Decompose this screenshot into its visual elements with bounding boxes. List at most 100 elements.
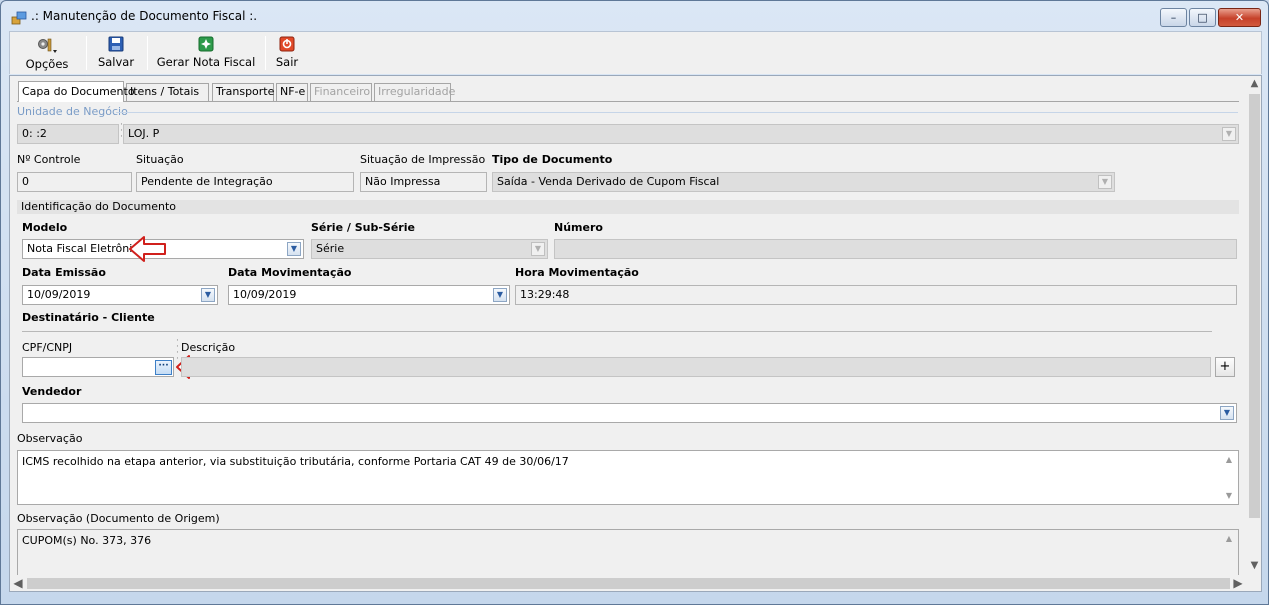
floppy-disk-icon [108,36,124,52]
generate-invoice-label: Gerar Nota Fiscal [156,55,256,69]
document-form: Capa do Documento Itens / Totais Transpo… [9,75,1262,592]
document-type-label: Tipo de Documento [492,153,613,166]
tab-label: Transporte [216,85,275,98]
business-unit-name-select: LOJ. P ▼ [123,124,1239,144]
group-divider [116,112,1238,113]
scroll-down-icon[interactable]: ▼ [1247,558,1261,574]
cpf-cnpj-label: CPF/CNPJ [22,341,73,354]
save-label: Salvar [97,55,135,69]
issue-date-label: Data Emissão [22,266,106,279]
main-window: .: Manutenção de Documento Fiscal :. – □… [0,0,1269,605]
close-icon: ✕ [1234,11,1245,24]
issue-date-value: 10/09/2019 [27,288,91,301]
chevron-down-icon: ▼ [1222,127,1236,141]
origin-observation-textarea: CUPOM(s) No. 373, 376 ▲ [17,529,1239,577]
plus-icon: + [1219,359,1231,374]
observation-textarea[interactable]: ICMS recolhido na etapa anterior, via su… [17,450,1239,505]
tab-irregularidade: Irregularidade [374,83,455,101]
movement-time-field: 13:29:48 [515,285,1237,305]
number-label: Número [554,221,603,234]
chevron-down-icon[interactable]: ▼ [287,242,301,256]
title-bar: .: Manutenção de Documento Fiscal :. – □… [1,1,1268,31]
recipient-divider [22,331,1212,332]
series-value: Série [316,242,345,255]
issue-date-picker[interactable]: 10/09/2019 ▼ [22,285,218,305]
scroll-down-icon[interactable]: ▼ [1222,491,1236,500]
minimize-button[interactable]: – [1160,8,1187,27]
minimize-icon: – [1170,11,1177,24]
number-field [554,239,1237,259]
tab-label: Financeiro [314,85,371,98]
scrollbar-thumb[interactable] [1249,94,1260,518]
document-type-select: Saída - Venda Derivado de Cupom Fiscal ▼ [492,172,1115,192]
control-number-label: Nº Controle [17,153,81,166]
chevron-down-icon: ▼ [1098,175,1112,189]
series-label: Série / Sub-Série [311,221,415,234]
scroll-left-icon[interactable]: ◀ [10,575,26,591]
control-number-field: 0 [17,172,132,192]
options-label: Opções [25,57,69,71]
customer-description-field [181,357,1211,377]
scroll-up-icon[interactable]: ▲ [1222,455,1236,464]
chevron-down-icon[interactable]: ▼ [493,288,507,302]
options-button[interactable]: Opções [16,32,78,74]
scroll-up-icon[interactable]: ▲ [1247,76,1261,92]
movement-date-picker[interactable]: 10/09/2019 ▼ [228,285,510,305]
identification-section-header: Identificação do Documento [17,200,1239,214]
scroll-right-icon[interactable]: ▶ [1230,575,1246,591]
movement-time-label: Hora Movimentação [515,266,639,279]
close-button[interactable]: ✕ [1218,8,1261,27]
save-button[interactable]: Salvar [90,32,142,74]
scrollbar-thumb[interactable] [27,578,1230,589]
exit-label: Sair [275,55,299,69]
vertical-scrollbar[interactable]: ▲ ▼ [1247,76,1261,575]
print-status-label: Situação de Impressão [360,153,486,166]
ellipsis-icon: ··· [158,361,169,371]
movement-date-label: Data Movimentação [228,266,352,279]
scroll-up-icon[interactable]: ▲ [1222,534,1236,543]
toolbar-separator [147,36,148,70]
maximize-button[interactable]: □ [1189,8,1216,27]
recipient-section-label: Destinatário - Cliente [22,311,155,324]
tab-financeiro: Financeiro [310,83,372,101]
tab-label: Irregularidade [378,85,456,98]
observation-label: Observação [17,432,83,445]
tab-nfe[interactable]: NF-e [276,83,308,101]
business-unit-group-label: Unidade de Negócio [17,105,128,118]
identification-section-label: Identificação do Documento [21,200,176,213]
chevron-down-icon[interactable]: ▼ [1220,406,1234,420]
observation-text: ICMS recolhido na etapa anterior, via su… [22,455,569,468]
maximize-icon: □ [1197,11,1208,24]
add-customer-button[interactable]: + [1215,357,1235,377]
exit-icon [279,36,295,52]
exit-button[interactable]: Sair [269,32,305,74]
options-icon [38,38,57,53]
seller-select[interactable]: ▼ [22,403,1237,423]
status-field: Pendente de Integração [136,172,354,192]
tab-capa-do-documento[interactable]: Capa do Documento [18,81,135,102]
print-status-field: Não Impressa [360,172,487,192]
tab-transporte[interactable]: Transporte [212,83,274,101]
horizontal-scrollbar[interactable]: ◀ ▶ [10,575,1247,591]
business-unit-name: LOJ. P [128,127,160,140]
customer-lookup-button[interactable]: ··· [155,360,172,375]
business-unit-code-field: 0: :2 [17,124,119,144]
window-title: .: Manutenção de Documento Fiscal :. [31,9,258,23]
seller-label: Vendedor [22,385,82,398]
chevron-down-icon[interactable]: ▼ [201,288,215,302]
tab-itens-totais[interactable]: Itens / Totais [126,83,209,101]
generate-invoice-button[interactable]: Gerar Nota Fiscal [151,32,261,74]
series-select: Série ▼ [311,239,548,259]
document-type-value: Saída - Venda Derivado de Cupom Fiscal [497,175,720,188]
tab-label: NF-e [280,85,306,98]
toolbar: Opções Salvar Gerar Nota Fiscal Sair [9,31,1262,74]
red-arrow-annotation-icon [129,236,166,262]
origin-observation-label: Observação (Documento de Origem) [17,512,220,525]
cpf-cnpj-field[interactable] [22,357,174,377]
model-label: Modelo [22,221,68,234]
app-window-icon [11,11,27,25]
toolbar-separator [86,36,87,70]
generate-invoice-icon [198,36,214,52]
movement-date-value: 10/09/2019 [233,288,297,301]
chevron-down-icon: ▼ [531,242,545,256]
